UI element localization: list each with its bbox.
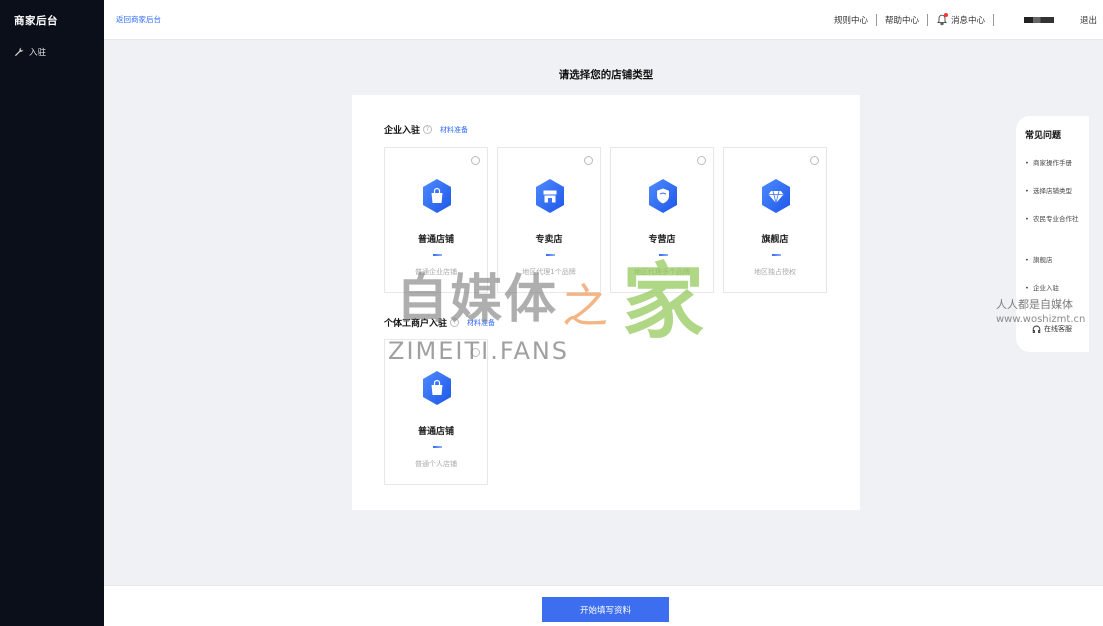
shield-icon [649, 179, 677, 213]
arrow-indicator [433, 254, 442, 256]
message-center-link[interactable]: 消息中心 [928, 13, 993, 26]
redacted-username [1023, 17, 1054, 23]
notification-dot [943, 13, 948, 17]
top-header: 返回商家后台 规则中心 帮助中心 消息中心 退出 [104, 0, 1103, 40]
wrench-icon [14, 47, 24, 57]
start-filling-button[interactable]: 开始填写资料 [542, 597, 669, 622]
faq-item-label: 商家操作手册 [1033, 159, 1072, 167]
bell-icon [936, 13, 948, 26]
shopping-bag-icon [423, 371, 451, 405]
user-account[interactable] [994, 17, 1072, 23]
section-title: 企业入驻 [384, 126, 421, 136]
logout-link[interactable]: 退出 [1072, 14, 1099, 26]
watermark-text: 家 [622, 255, 705, 350]
store-name: 普通店铺 [417, 427, 454, 437]
radio-button[interactable] [471, 156, 480, 165]
faq-item-label: 旗舰店 [1033, 256, 1053, 264]
faq-item[interactable]: • 企业入驻 [1025, 282, 1087, 295]
radio-button[interactable] [810, 156, 819, 165]
faq-item[interactable]: • 农民专业合作社 [1025, 213, 1087, 226]
message-center-label: 消息中心 [950, 16, 985, 26]
shopping-bag-icon [423, 179, 451, 213]
watermark-url: www.woshizmt.cn [996, 314, 1086, 325]
store-name: 旗舰店 [761, 235, 789, 245]
radio-button[interactable] [697, 156, 706, 165]
sidebar: 商家后台 入驻 [0, 0, 104, 626]
back-to-merchant-link[interactable]: 返回商家后台 [116, 14, 161, 25]
watermark-text: ZIMEITI.FANS [388, 337, 570, 365]
watermark-text: 之 [562, 279, 608, 333]
store-name: 专卖店 [535, 235, 563, 245]
faq-item-label: 企业入驻 [1033, 284, 1059, 292]
brand-title: 商家后台 [14, 15, 58, 27]
faq-title: 常见问题 [1025, 131, 1062, 141]
arrow-indicator [772, 254, 781, 256]
faq-item[interactable]: • 商家操作手册 [1025, 157, 1087, 170]
rules-center-link[interactable]: 规则中心 [826, 14, 876, 26]
storefront-icon [536, 179, 564, 213]
store-desc: 地区独占授权 [754, 268, 796, 276]
sidebar-item-label: 入驻 [29, 48, 47, 58]
arrow-indicator [433, 446, 442, 448]
help-icon[interactable]: ? [423, 125, 433, 134]
radio-button[interactable] [584, 156, 593, 165]
store-card[interactable]: 旗舰店 地区独占授权 [723, 147, 827, 293]
store-name: 普通店铺 [417, 235, 454, 245]
footer-bar: 开始填写资料 [104, 585, 1103, 626]
store-name: 专营店 [648, 235, 676, 245]
header-nav: 规则中心 帮助中心 消息中心 退出 [826, 0, 1099, 40]
faq-item-label: 农民专业合作社 [1033, 215, 1079, 223]
watermark-text: 自媒体 [396, 270, 559, 330]
sidebar-item-enroll[interactable]: 入驻 [14, 46, 46, 58]
faq-item[interactable]: • 选择店铺类型 [1025, 185, 1087, 198]
material-prep-link[interactable]: 材料准备 [440, 125, 468, 135]
page-title: 请选择您的店铺类型 [558, 69, 654, 81]
diamond-icon [762, 179, 790, 213]
store-desc: 普通个人店铺 [415, 460, 457, 468]
faq-item-label: 选择店铺类型 [1033, 187, 1072, 195]
enterprise-section-header: 企业入驻 ? 材料准备 [384, 123, 468, 136]
faq-item[interactable]: • 旗舰店 [1025, 254, 1087, 267]
arrow-indicator [546, 254, 555, 256]
watermark-site: 人人都是自媒体 [996, 298, 1073, 311]
help-center-link[interactable]: 帮助中心 [877, 14, 927, 26]
